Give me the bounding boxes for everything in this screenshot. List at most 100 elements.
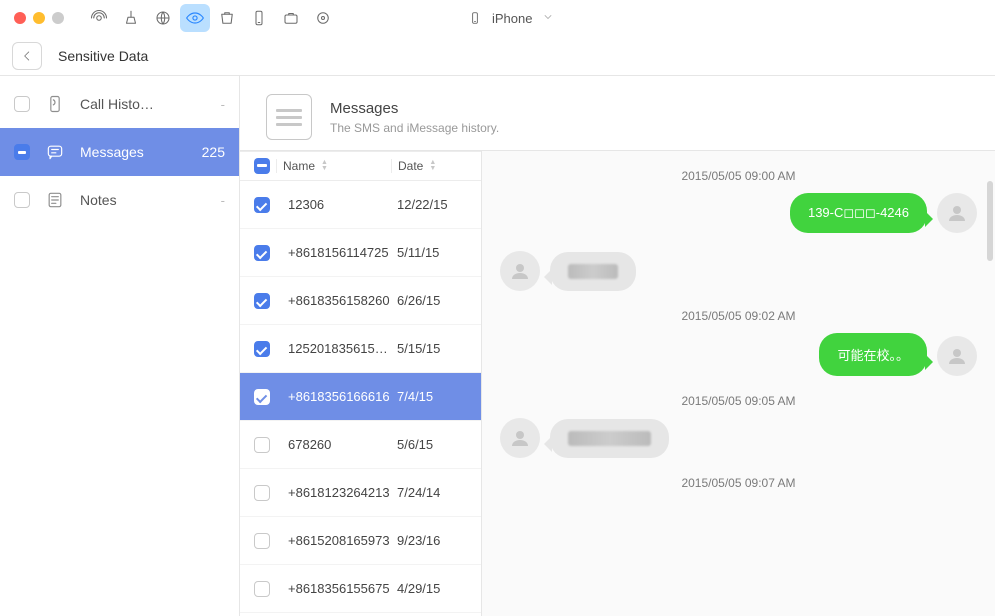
ring-icon[interactable]: [308, 4, 338, 32]
list-row[interactable]: +86152081659739/23/16: [240, 517, 481, 565]
maximize-window-button[interactable]: [52, 12, 64, 24]
checkbox-indeterminate[interactable]: [14, 144, 30, 160]
list-row[interactable]: +86183561666167/4/15: [240, 373, 481, 421]
avatar: [937, 193, 977, 233]
row-name: +8618356158260: [276, 293, 391, 308]
sidebar: Call Histo… - Messages 225 Notes -: [0, 76, 240, 616]
sidebar-item-label: Notes: [80, 192, 207, 208]
row-name: +8618123264213: [276, 485, 391, 500]
list-row[interactable]: 1230612/22/15: [240, 181, 481, 229]
row-date: 9/23/16: [391, 533, 473, 548]
close-window-button[interactable]: [14, 12, 26, 24]
messages-large-icon: [266, 94, 312, 140]
checkbox[interactable]: [14, 96, 30, 112]
cast-icon[interactable]: [84, 4, 114, 32]
row-checkbox[interactable]: [254, 245, 270, 261]
message-bubble: 可能在校。。: [819, 333, 927, 376]
globe-icon[interactable]: [148, 4, 178, 32]
sort-arrows-icon: ▲▼: [429, 160, 436, 172]
message-list[interactable]: 1230612/22/15+86181561147255/11/15+86183…: [240, 181, 481, 616]
sidebar-item-count: 225: [202, 144, 225, 160]
device-phone-icon: [468, 11, 482, 25]
page-title: Sensitive Data: [58, 48, 148, 64]
row-name: 12306: [276, 197, 391, 212]
scrollbar-thumb[interactable]: [987, 181, 993, 261]
row-checkbox[interactable]: [254, 341, 270, 357]
chat-timestamp: 2015/05/05 09:05 AM: [500, 394, 977, 408]
sidebar-item-notes[interactable]: Notes -: [0, 176, 239, 224]
avatar: [500, 418, 540, 458]
trash-icon[interactable]: [212, 4, 242, 32]
row-checkbox[interactable]: [254, 437, 270, 453]
incoming-message: █████████: [500, 418, 977, 458]
list-row[interactable]: 125201835615…5/15/15: [240, 325, 481, 373]
sidebar-item-count: -: [221, 193, 225, 208]
content-area: Messages The SMS and iMessage history. N…: [240, 76, 995, 616]
row-checkbox[interactable]: [254, 533, 270, 549]
detail-header: Messages The SMS and iMessage history.: [240, 76, 995, 150]
incoming-message: ████…: [500, 251, 977, 291]
sub-toolbar: Sensitive Data: [0, 36, 995, 76]
row-date: 5/11/15: [391, 245, 473, 260]
row-checkbox[interactable]: [254, 485, 270, 501]
row-date: 4/29/15: [391, 581, 473, 596]
chevron-down-icon: [542, 11, 554, 26]
column-header-name[interactable]: Name ▲▼: [276, 159, 391, 173]
row-date: 7/24/14: [391, 485, 473, 500]
device-name: iPhone: [492, 11, 532, 26]
column-name-label: Name: [283, 159, 315, 173]
chevron-left-icon: [20, 49, 34, 63]
detail-subtitle: The SMS and iMessage history.: [330, 121, 499, 135]
briefcase-icon[interactable]: [276, 4, 306, 32]
back-button[interactable]: [12, 42, 42, 70]
chat-timestamp: 2015/05/05 09:02 AM: [500, 309, 977, 323]
row-checkbox[interactable]: [254, 581, 270, 597]
row-checkbox[interactable]: [254, 389, 270, 405]
sidebar-item-messages[interactable]: Messages 225: [0, 128, 239, 176]
list-row[interactable]: +86181561147255/11/15: [240, 229, 481, 277]
row-date: 6/26/15: [391, 293, 473, 308]
avatar: [500, 251, 540, 291]
clean-icon[interactable]: [116, 4, 146, 32]
sidebar-item-call-history[interactable]: Call Histo… -: [0, 80, 239, 128]
outgoing-message: 139-C◻◻◻-4246: [500, 193, 977, 233]
message-bubble: ████…: [550, 252, 636, 291]
main-area: Call Histo… - Messages 225 Notes -: [0, 76, 995, 616]
row-checkbox[interactable]: [254, 293, 270, 309]
sidebar-item-label: Call Histo…: [80, 96, 207, 112]
conversation-panel[interactable]: 2015/05/05 09:00 AM 139-C◻◻◻-4246 ████… 201…: [482, 151, 995, 616]
traffic-lights: [14, 12, 64, 24]
row-name: +8618356155675: [276, 581, 391, 596]
sort-arrows-icon: ▲▼: [321, 160, 328, 172]
list-row[interactable]: +86181232642137/24/14: [240, 469, 481, 517]
call-history-icon: [44, 94, 66, 114]
eye-icon[interactable]: [180, 4, 210, 32]
list-row[interactable]: 6782605/6/15: [240, 421, 481, 469]
device-selector[interactable]: iPhone: [460, 7, 562, 30]
outgoing-message: 可能在校。。: [500, 333, 977, 376]
row-date: 7/4/15: [391, 389, 473, 404]
list-row[interactable]: +86183561556754/29/15: [240, 565, 481, 613]
chat-timestamp: 2015/05/05 09:07 AM: [500, 476, 977, 490]
list-row[interactable]: +86183561582606/26/15: [240, 277, 481, 325]
row-date: 5/15/15: [391, 341, 473, 356]
phone-device-icon[interactable]: [244, 4, 274, 32]
detail-title: Messages: [330, 100, 499, 117]
chat-timestamp: 2015/05/05 09:00 AM: [500, 169, 977, 183]
sidebar-item-label: Messages: [80, 144, 188, 160]
minimize-window-button[interactable]: [33, 12, 45, 24]
row-checkbox[interactable]: [254, 197, 270, 213]
checkbox[interactable]: [14, 192, 30, 208]
column-header-date[interactable]: Date ▲▼: [391, 159, 473, 173]
avatar: [937, 336, 977, 376]
list-header: Name ▲▼ Date ▲▼: [240, 151, 481, 181]
select-all-checkbox[interactable]: [254, 158, 270, 174]
window-toolbar: iPhone: [0, 0, 995, 36]
row-name: +8618156114725: [276, 245, 391, 260]
messages-icon: [44, 142, 66, 162]
row-date: 12/22/15: [391, 197, 473, 212]
column-date-label: Date: [398, 159, 423, 173]
notes-icon: [44, 190, 66, 210]
row-name: +8618356166616: [276, 389, 391, 404]
row-name: 678260: [276, 437, 391, 452]
